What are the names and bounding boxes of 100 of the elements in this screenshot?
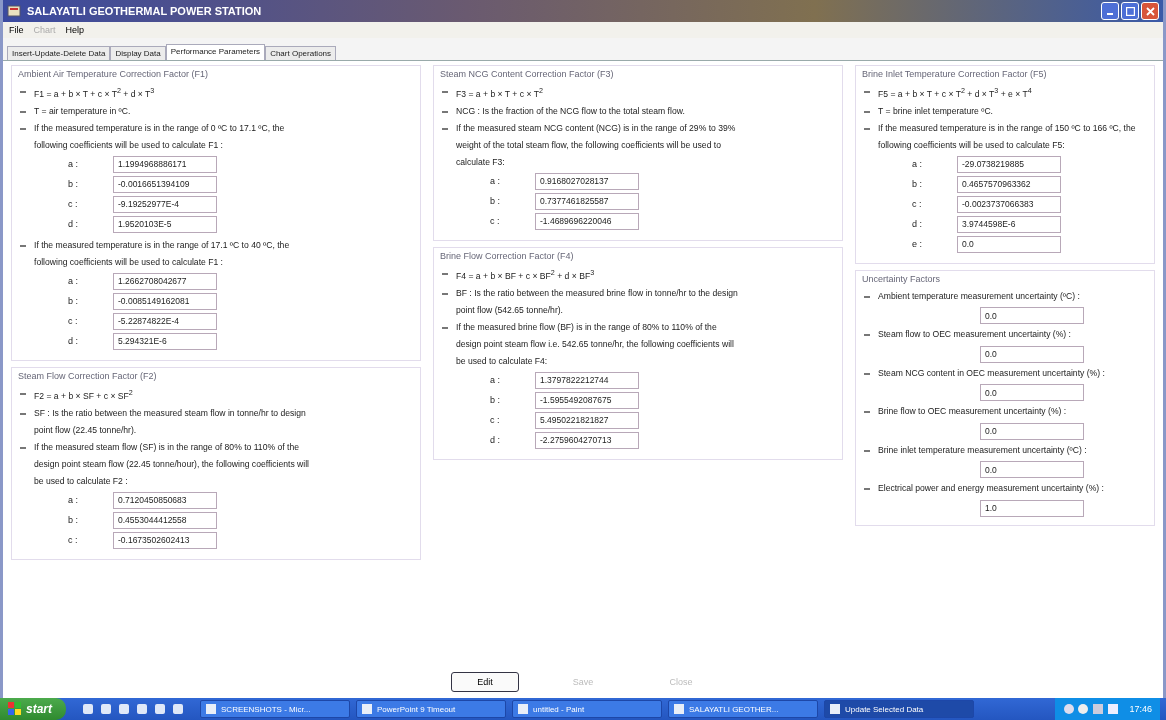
uncertainty-field[interactable]: 1.0 xyxy=(980,499,1084,517)
coefficient-field[interactable]: -0.0016651394109 xyxy=(113,175,217,193)
coefficient-field[interactable]: -29.0738219885 xyxy=(957,155,1061,173)
group-title: Uncertainty Factors xyxy=(862,273,942,284)
coefficient-label: d : xyxy=(911,219,923,230)
coefficient-field[interactable]: 1.9520103E-5 xyxy=(113,215,217,233)
bullet-icon xyxy=(20,127,26,130)
coefficient-field[interactable]: 0.7377461825587 xyxy=(535,192,639,210)
coefficient-field[interactable]: 0.4553044412558 xyxy=(113,511,217,529)
coefficient-field[interactable]: 5.4950221821827 xyxy=(535,411,639,429)
uncertainty-field[interactable]: 0.0 xyxy=(980,461,1084,479)
bullet-icon xyxy=(864,372,870,375)
uncertainty-label: Ambient temperature measurement uncertainty (ºC) : xyxy=(878,289,1080,303)
coefficient-field[interactable]: 3.9744598E-6 xyxy=(957,215,1061,233)
coefficient-field[interactable]: -5.22874822E-4 xyxy=(113,312,217,330)
description-text: If the measured steam flow (SF) is in the range of 80% to 110% of the design point steam flow (22.45 tonne/hour), the following coefficients will be used to calculate F2 : xyxy=(34,440,310,488)
coefficient-field[interactable]: 0.4657570963362 xyxy=(957,175,1061,193)
coefficient-label: c : xyxy=(67,316,79,327)
coefficient-label: c : xyxy=(67,199,79,210)
minimize-icon xyxy=(1107,13,1113,15)
coefficient-field[interactable]: -1.4689696220046 xyxy=(535,212,639,230)
action-button[interactable]: Edit xyxy=(451,672,519,692)
window-icon xyxy=(517,703,529,715)
coefficient-label: a : xyxy=(489,176,501,187)
coefficient-field[interactable]: -0.1673502602413 xyxy=(113,531,217,549)
window-title: SALAYATLI GEOTHERMAL POWER STATION xyxy=(27,5,263,17)
menu-item[interactable]: File xyxy=(9,25,24,35)
coefficient-field[interactable]: -9.19252977E-4 xyxy=(113,195,217,213)
description-text: T = brine inlet temperature ºC. xyxy=(878,104,993,118)
bullet-icon xyxy=(20,110,26,113)
description-text: F4 = a + b × BF + c × BF$^{2}$ + d × BF$^{3}$ xyxy=(456,267,595,283)
tab[interactable]: Chart Operations xyxy=(265,46,337,60)
description-text: NCG : Is the fraction of the NCG flow to the total steam flow. xyxy=(456,104,685,118)
maximize-icon xyxy=(1125,6,1135,16)
description-text: If the measured temperature is in the range of 150 ºC to 166 ºC, the following coefficients will be used to calculate F5: xyxy=(878,121,1137,152)
coefficient-field[interactable]: 1.3797822212744 xyxy=(535,371,639,389)
tab[interactable]: Insert-Update-Delete Data xyxy=(7,46,111,60)
uncertainty-label: Brine flow to OEC measurement uncertainty (%) : xyxy=(878,405,1067,419)
bullet-icon xyxy=(442,272,448,275)
group-title: Steam NCG Content Correction Factor (F3) xyxy=(440,69,615,79)
coefficient-label: b : xyxy=(67,296,79,307)
minimize-button[interactable] xyxy=(1101,2,1119,20)
uncertainty-field[interactable]: 0.0 xyxy=(980,384,1084,402)
coefficient-label: c : xyxy=(67,535,79,546)
coefficient-label: b : xyxy=(67,515,79,526)
coefficient-label: d : xyxy=(489,435,501,446)
coefficient-field[interactable]: 1.1994968886171 xyxy=(113,155,217,173)
description-text: F5 = a + b × T + c × T$^{2}$ + d × T$^{3}$ + e × T$^{4}$ xyxy=(878,86,1032,101)
coefficient-field[interactable]: -1.5955492087675 xyxy=(535,391,639,409)
coefficient-field[interactable]: 5.294321E-6 xyxy=(113,332,217,350)
menu-item[interactable]: Help xyxy=(65,25,85,35)
taskbar-button[interactable]: untitled - Paint xyxy=(512,700,662,718)
windows-logo-icon xyxy=(8,702,22,716)
coefficient-label: c : xyxy=(489,415,501,426)
quick-launch-icon[interactable] xyxy=(172,703,184,715)
taskbar-button[interactable]: SCREENSHOTS - Micr... xyxy=(200,700,350,718)
taskbar-button[interactable]: PowerPoint 9 Timeout xyxy=(356,700,506,718)
quick-launch-icon[interactable] xyxy=(100,703,112,715)
quick-launch-icon[interactable] xyxy=(118,703,130,715)
uncertainty-field[interactable]: 0.0 xyxy=(980,422,1084,440)
window-icon xyxy=(829,703,841,715)
bullet-icon xyxy=(864,488,870,491)
coefficient-field[interactable]: 0.9168027028137 xyxy=(535,172,639,190)
coefficient-field[interactable]: -2.2759604270713 xyxy=(535,431,639,449)
bullet-icon xyxy=(864,411,870,414)
bullet-icon xyxy=(442,127,448,130)
maximize-button[interactable] xyxy=(1121,2,1139,20)
bullet-icon xyxy=(864,127,870,130)
coefficient-field[interactable]: 1.2662708042677 xyxy=(113,272,217,290)
taskbar-button[interactable]: SALAYATLI GEOTHER... xyxy=(668,700,818,718)
coefficient-field[interactable]: 0.0 xyxy=(957,235,1061,253)
coefficient-label: d : xyxy=(67,219,79,230)
quick-launch-icon[interactable] xyxy=(154,703,166,715)
bullet-icon xyxy=(442,326,448,329)
description-text: F2 = a + b × SF + c × SF$^{2}$ xyxy=(34,387,133,403)
coefficient-field[interactable]: 0.7120450850683 xyxy=(113,491,217,509)
quick-launch-icon[interactable] xyxy=(82,703,94,715)
description-text: F3 = a + b × T + c × T$^{2}$ xyxy=(456,86,543,101)
coefficient-label: b : xyxy=(67,179,79,190)
coefficient-label: a : xyxy=(67,276,79,287)
tab[interactable]: Display Data xyxy=(110,46,166,60)
description-text: SF : Is the ratio between the measured steam flow in tonne/hr to design point flow (22.45 tonne/hr). xyxy=(34,406,307,437)
uncertainty-field[interactable]: 0.0 xyxy=(980,345,1084,363)
close-button[interactable] xyxy=(1141,2,1159,20)
coefficient-label: c : xyxy=(489,216,501,227)
uncertainty-field[interactable]: 0.0 xyxy=(980,307,1084,325)
uncertainty-label: Steam flow to OEC measurement uncertainty (%) : xyxy=(878,328,1071,342)
taskbar-button[interactable]: Update Selected Data xyxy=(824,700,974,718)
uncertainty-label: Electrical power and energy measurement uncertainty (%) : xyxy=(878,482,1104,496)
coefficient-label: b : xyxy=(489,196,501,207)
clock: 17:46 xyxy=(1129,704,1152,714)
start-button[interactable]: start xyxy=(0,698,66,720)
description-text: T = air temperature in ºC. xyxy=(34,104,131,118)
tab[interactable]: Performance Parameters xyxy=(165,44,266,60)
bullet-icon xyxy=(864,449,870,452)
quick-launch-icon[interactable] xyxy=(136,703,148,715)
coefficient-field[interactable]: -0.0085149162081 xyxy=(113,292,217,310)
coefficient-field[interactable]: -0.0023737066383 xyxy=(957,195,1061,213)
coefficient-label: b : xyxy=(911,179,923,190)
coefficient-label: a : xyxy=(911,159,923,170)
